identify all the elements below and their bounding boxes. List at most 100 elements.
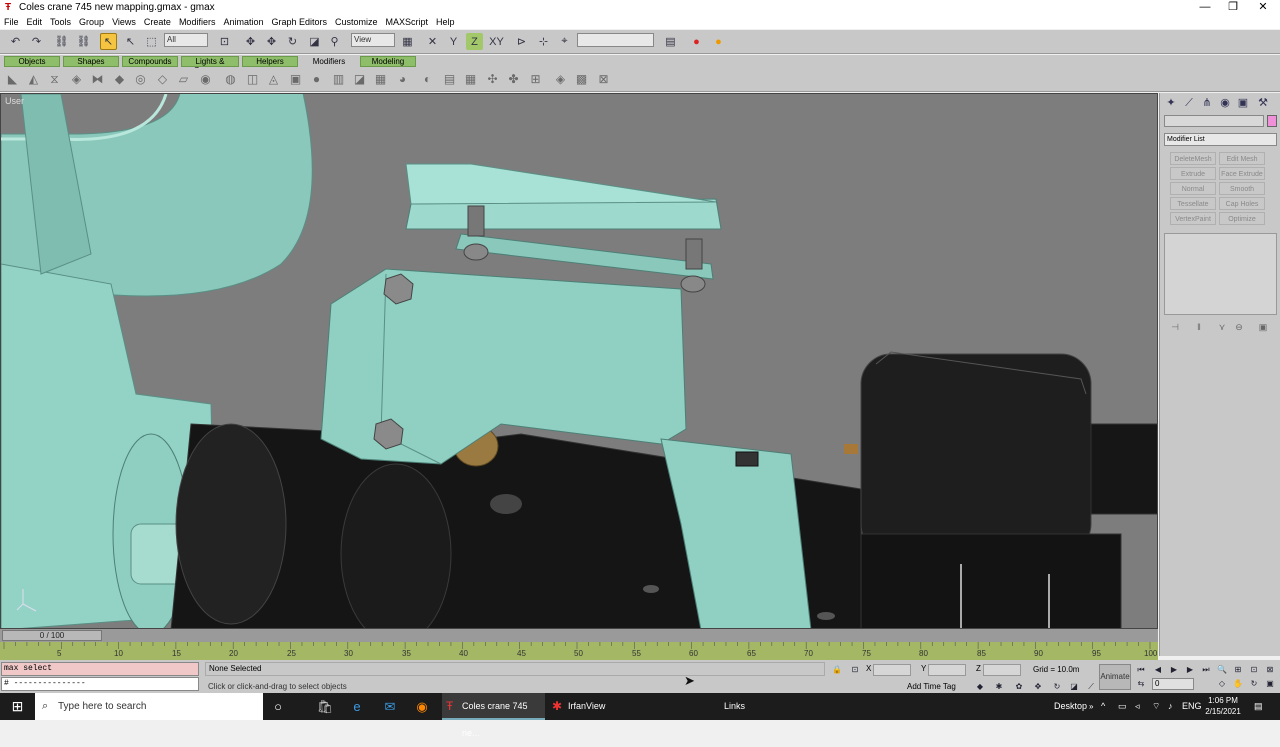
wifi-icon[interactable]: ⌔ — [1152, 693, 1160, 720]
undo-icon[interactable]: ↶ — [7, 33, 24, 50]
mesh-smooth-icon[interactable]: ✣ — [485, 72, 500, 87]
network-icon[interactable]: ▭ — [1118, 693, 1127, 720]
link-icon[interactable]: ⛓ — [53, 33, 70, 50]
toolbar-overflow-icon[interactable]: » — [1089, 693, 1093, 720]
shell-modifier-icon[interactable]: ◕ — [395, 72, 410, 87]
links-toolbar[interactable]: Links — [724, 693, 745, 720]
perspective-viewport[interactable]: User — [0, 93, 1158, 629]
axis-z-icon[interactable]: Z — [466, 33, 483, 50]
taskbar-search-box[interactable]: ⌕ Type here to search — [35, 693, 263, 720]
arc-rotate-icon[interactable]: ↻ — [1248, 678, 1260, 690]
volume-speaker-icon[interactable]: ♪ — [1168, 693, 1173, 720]
pivot-center-icon[interactable]: ▦ — [399, 33, 416, 50]
menu-tools[interactable]: Tools — [50, 17, 71, 27]
menu-maxscript[interactable]: MAXScript — [386, 17, 429, 27]
modifier-button-tessellate[interactable]: Tessellate — [1170, 197, 1216, 210]
set-key-icon[interactable]: ✱ — [993, 681, 1005, 693]
tab-shapes[interactable]: Shapes — [63, 56, 119, 67]
modifier-button-vertexpaint[interactable]: VertexPaint — [1170, 212, 1216, 225]
time-slider-thumb[interactable]: 0 / 100 — [2, 630, 102, 641]
zoom-extents-all-icon[interactable]: ⊠ — [1264, 664, 1276, 676]
volume-icon[interactable]: ◃ — [1135, 693, 1140, 720]
spherify-modifier-icon[interactable]: ◍ — [223, 72, 238, 87]
tab-helpers[interactable]: Helpers — [242, 56, 298, 67]
axis-xy-icon[interactable]: XY — [488, 33, 505, 50]
select-manipulate-icon[interactable]: ⚲ — [326, 33, 343, 50]
relax-modifier-icon[interactable]: ◉ — [198, 72, 213, 87]
menu-create[interactable]: Create — [144, 17, 171, 27]
snap-icon[interactable]: ⌖ — [556, 33, 573, 50]
hierarchy-tab-icon[interactable]: ⋔ — [1200, 96, 1214, 110]
menu-file[interactable]: File — [4, 17, 19, 27]
go-to-end-icon[interactable]: ⏭ — [1200, 664, 1212, 676]
select-and-link-icon[interactable]: ⊡ — [216, 33, 233, 50]
display-tab-icon[interactable]: ▣ — [1236, 96, 1250, 110]
modifier-button-optimize[interactable]: Optimize — [1219, 212, 1265, 225]
noise-modifier-icon[interactable]: ◈ — [69, 72, 84, 87]
squeeze-modifier-icon[interactable]: ◆ — [112, 72, 127, 87]
desktop-toolbar[interactable]: Desktop — [1054, 693, 1087, 720]
ripple-modifier-icon[interactable]: ◎ — [133, 72, 148, 87]
reference-coordinate-select[interactable]: View — [351, 33, 395, 47]
modifier-button-edit-mesh[interactable]: Edit Mesh — [1219, 152, 1265, 165]
lathe-modifier-icon[interactable]: ▤ — [442, 72, 457, 87]
mirror-icon[interactable]: ⊳ — [513, 33, 530, 50]
play-icon[interactable]: ▶ — [1168, 664, 1180, 676]
select-scale-icon[interactable]: ◪ — [306, 33, 323, 50]
select-object-icon[interactable]: ↖ — [100, 33, 117, 50]
tab-objects[interactable]: Objects — [4, 56, 60, 67]
key-mode-icon[interactable]: ◆ — [974, 681, 986, 693]
modifier-button-face-extrude[interactable]: Face Extrude — [1219, 167, 1265, 180]
taper-modifier-icon[interactable]: ◭ — [26, 72, 41, 87]
modifier-list-dropdown[interactable]: Modifier List — [1164, 133, 1277, 146]
checker-icon[interactable]: ▦ — [373, 72, 388, 87]
menu-modifiers[interactable]: Modifiers — [179, 17, 216, 27]
y-coordinate-field[interactable] — [928, 664, 966, 676]
tab-lights-cameras[interactable]: Lights & Cameras — [181, 56, 239, 75]
unlink-icon[interactable]: ⛓ — [75, 33, 92, 50]
optimize-icon[interactable]: ✤ — [506, 72, 521, 87]
zoom-icon[interactable]: 🔍 — [1216, 664, 1228, 676]
show-end-result-icon[interactable]: ‖ — [1192, 322, 1206, 334]
maxscript-listener-output[interactable]: # --------------- — [1, 677, 199, 691]
maxscript-listener-input[interactable]: max select — [1, 662, 199, 676]
uvw-map-icon[interactable]: ◪ — [352, 72, 367, 87]
taskbar-app-irfanview[interactable]: ✱ IrfanView — [548, 693, 648, 720]
tab-modifiers[interactable]: Modifiers — [301, 56, 357, 67]
twist-modifier-icon[interactable]: ⧖ — [47, 72, 62, 87]
redo-icon[interactable]: ↷ — [28, 33, 45, 50]
edit-poly-icon[interactable]: ⊞ — [528, 72, 543, 87]
add-time-tag[interactable]: Add Time Tag — [907, 682, 956, 691]
quick-render-icon[interactable]: ● — [710, 33, 727, 50]
show-hidden-icons-icon[interactable]: ^ — [1101, 693, 1105, 720]
modifier-button-extrude[interactable]: Extrude — [1170, 167, 1216, 180]
task-view-icon[interactable]: ○ — [263, 693, 293, 720]
make-unique-icon[interactable]: ⋎ — [1215, 322, 1229, 334]
transform-gizmo-icon[interactable]: ✥ — [1032, 681, 1044, 693]
configure-modifier-sets-icon[interactable]: ▣ — [1256, 322, 1270, 334]
wave-modifier-icon[interactable]: ◇ — [155, 72, 170, 87]
windows-start-icon[interactable]: ⊞ — [0, 693, 35, 720]
next-frame-icon[interactable]: ▶ — [1184, 664, 1196, 676]
scale-gizmo-icon[interactable]: ◪ — [1068, 681, 1080, 693]
material-editor-icon[interactable]: ▤ — [662, 33, 679, 50]
pin-stack-icon[interactable]: ⊣ — [1168, 322, 1182, 334]
viewport-label[interactable]: User — [5, 96, 24, 106]
zoom-all-icon[interactable]: ⊞ — [1232, 664, 1244, 676]
notification-center-icon[interactable]: ▤ — [1254, 693, 1263, 720]
selection-filter-select[interactable]: All — [164, 33, 208, 47]
zoom-extents-icon[interactable]: ⊡ — [1248, 664, 1260, 676]
language-indicator[interactable]: ENG — [1182, 693, 1202, 720]
maximize-viewport-icon[interactable]: ▣ — [1264, 678, 1276, 690]
bend-modifier-icon[interactable]: ◣ — [5, 72, 20, 87]
tab-modeling[interactable]: Modeling — [360, 56, 416, 67]
align-icon[interactable]: ⊹ — [535, 33, 552, 50]
modifier-button-smooth[interactable]: Smooth — [1219, 182, 1265, 195]
menu-help[interactable]: Help — [436, 17, 455, 27]
current-frame-field[interactable]: 0 — [1152, 678, 1194, 690]
key-mode-toggle-icon[interactable]: ⇆ — [1135, 678, 1147, 690]
track-bar[interactable]: 5 10 15 20 25 30 35 40 45 50 55 60 65 70… — [0, 642, 1158, 660]
select-rotate-icon[interactable]: ↻ — [284, 33, 301, 50]
axis-y-icon[interactable]: Y — [445, 33, 462, 50]
absolute-mode-icon[interactable]: ⊡ — [849, 664, 861, 676]
